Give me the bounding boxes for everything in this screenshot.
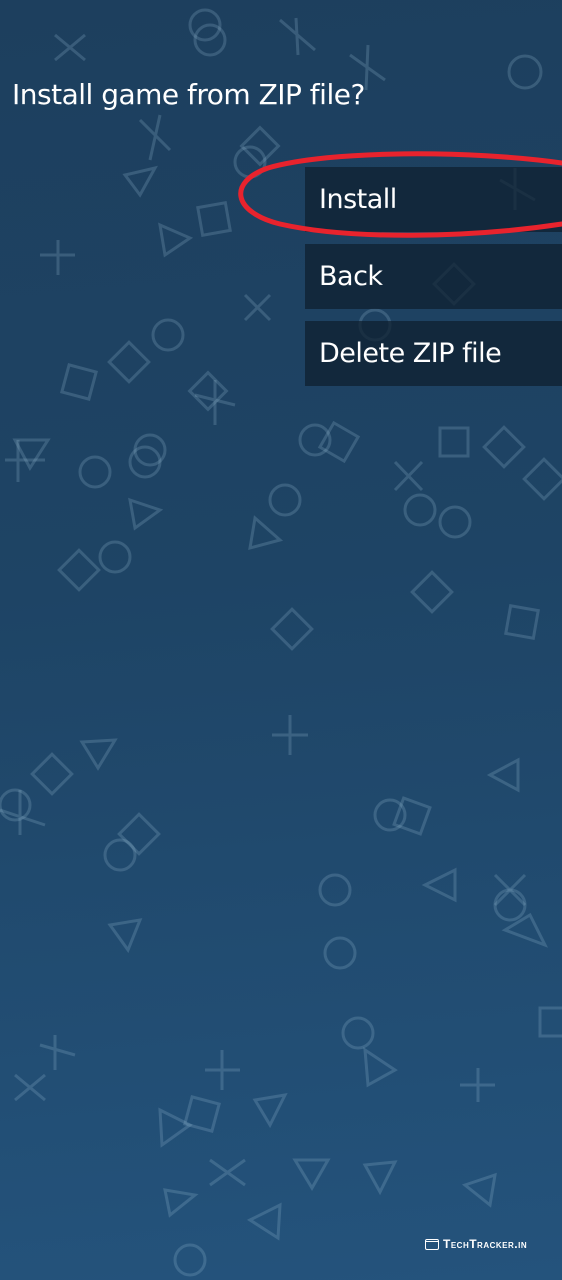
- triangle-icon: [246, 1202, 282, 1241]
- install-options-menu: Install Back Delete ZIP file: [305, 167, 562, 398]
- circle-icon: [98, 540, 132, 574]
- circle-icon: [507, 54, 543, 90]
- square-icon: [60, 363, 98, 401]
- cross-icon: [279, 17, 316, 56]
- circle-icon: [341, 1016, 375, 1050]
- triangle-icon: [292, 1158, 331, 1191]
- triangle-icon: [158, 222, 194, 258]
- dialog-prompt: Install game from ZIP file?: [12, 78, 365, 111]
- triangle-icon: [158, 1107, 193, 1148]
- circle-icon: [318, 873, 352, 907]
- circle-icon: [403, 493, 437, 527]
- circle-icon: [438, 505, 472, 539]
- square-icon: [187, 370, 229, 412]
- circle-icon: [151, 318, 185, 352]
- install-button[interactable]: Install: [305, 167, 562, 232]
- cross-icon: [393, 460, 424, 492]
- cross-icon: [272, 715, 308, 755]
- cross-icon: [205, 1050, 240, 1090]
- triangle-icon: [252, 1093, 288, 1129]
- square-icon: [196, 201, 232, 237]
- cross-icon: [14, 1073, 46, 1102]
- square-icon: [57, 548, 101, 592]
- square-icon: [504, 604, 540, 640]
- square-icon: [410, 570, 454, 614]
- cross-icon: [209, 1158, 246, 1187]
- square-icon: [107, 340, 151, 384]
- triangle-icon: [163, 1188, 199, 1218]
- delete-zip-button[interactable]: Delete ZIP file: [305, 321, 562, 386]
- triangle-icon: [486, 757, 520, 793]
- cross-icon: [138, 114, 172, 161]
- triangle-icon: [122, 165, 158, 198]
- cross-icon: [39, 1035, 76, 1070]
- triangle-icon: [128, 497, 164, 531]
- triangle-icon: [362, 1160, 398, 1196]
- watermark-text: TechTracker.in: [443, 1237, 528, 1251]
- back-button[interactable]: Back: [305, 244, 562, 309]
- cross-icon: [243, 293, 272, 322]
- triangle-icon: [12, 438, 51, 471]
- browser-window-icon: [425, 1238, 439, 1250]
- square-icon: [30, 752, 74, 796]
- circle-icon: [493, 888, 527, 922]
- circle-icon: [128, 445, 162, 479]
- square-icon: [117, 812, 161, 856]
- triangle-icon: [79, 738, 118, 771]
- triangle-icon: [248, 515, 284, 551]
- triangle-icon: [363, 1047, 398, 1088]
- square-icon: [270, 607, 314, 651]
- square-icon: [538, 1006, 562, 1038]
- triangle-icon: [107, 918, 143, 954]
- watermark: TechTracker.in: [425, 1237, 527, 1251]
- square-icon: [482, 425, 526, 469]
- cross-icon: [40, 240, 75, 275]
- cross-icon: [0, 790, 46, 835]
- triangle-icon: [461, 1172, 497, 1208]
- square-icon: [522, 457, 562, 501]
- circle-icon: [323, 936, 357, 970]
- circle-icon: [268, 483, 302, 517]
- triangle-icon: [421, 867, 457, 903]
- circle-icon: [78, 455, 112, 489]
- cross-icon: [54, 33, 86, 62]
- square-icon: [438, 426, 470, 458]
- cross-icon: [460, 1068, 495, 1102]
- circle-icon: [173, 1243, 207, 1277]
